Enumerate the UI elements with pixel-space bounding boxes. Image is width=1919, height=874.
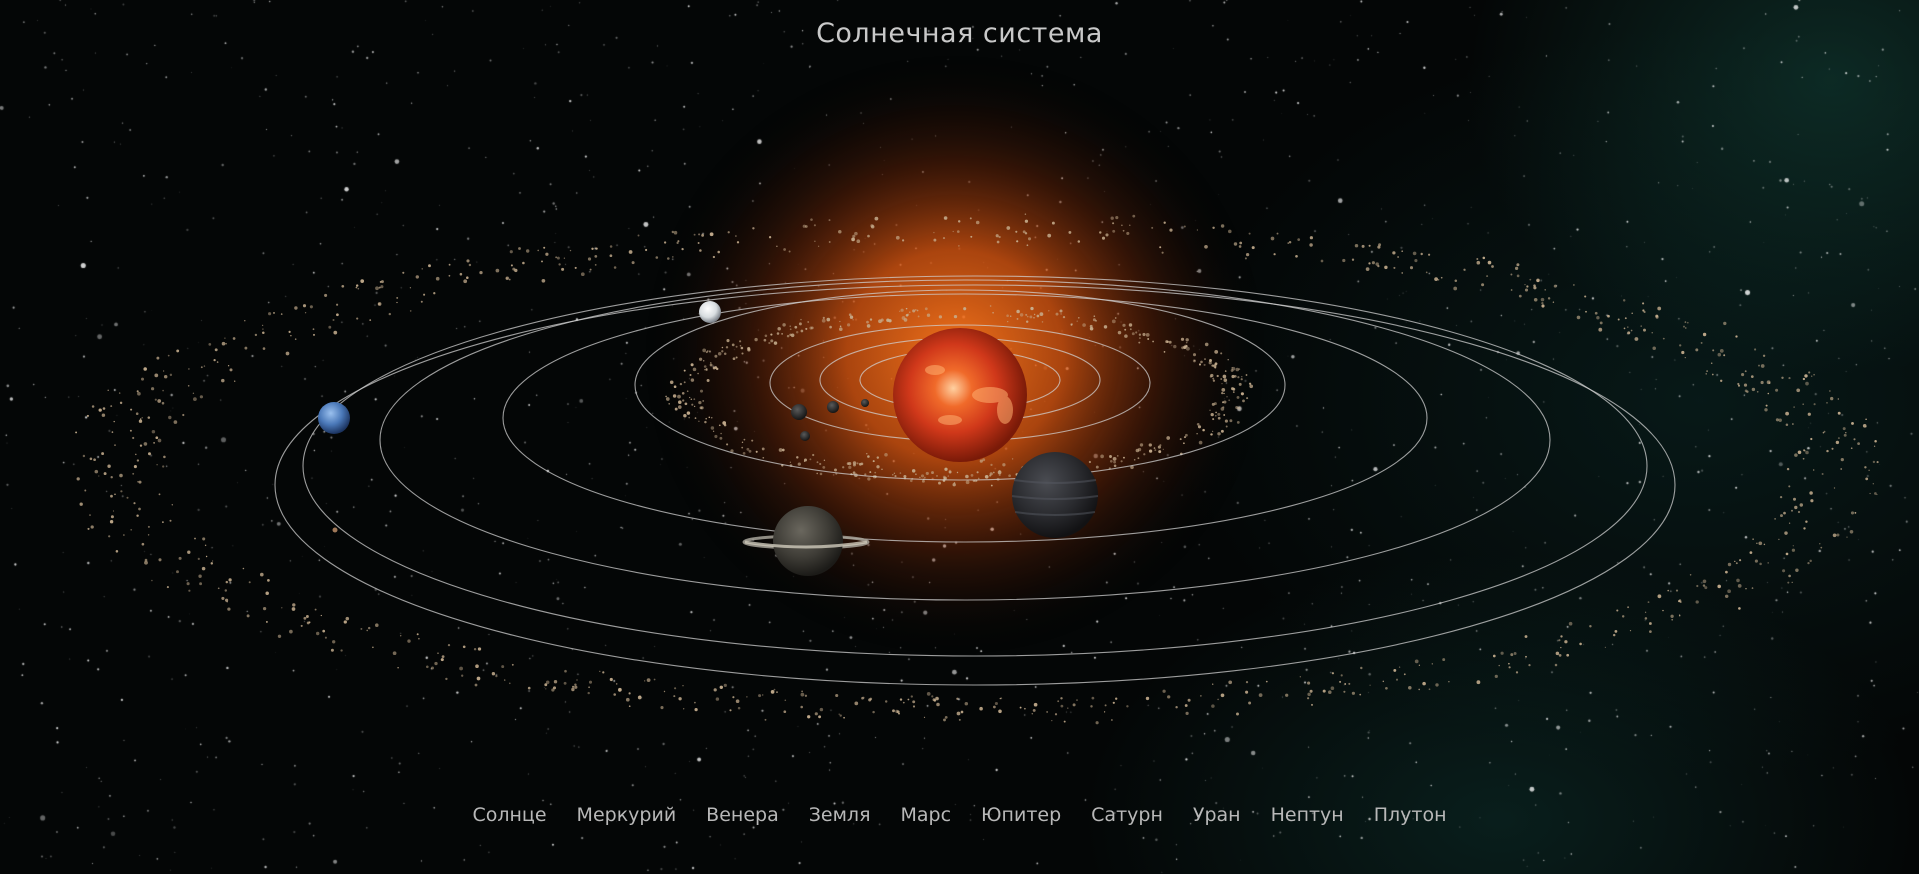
neptune-icon[interactable]: [318, 402, 350, 434]
nav-item-sun[interactable]: Солнце: [457, 804, 561, 826]
planet-nav: Солнце Меркурий Венера Земля Марс Юпитер…: [0, 804, 1919, 826]
nav-item-venus[interactable]: Венера: [691, 804, 794, 826]
uranus-icon[interactable]: [699, 301, 721, 323]
nav-item-jupiter[interactable]: Юпитер: [966, 804, 1076, 826]
nav-item-mercury[interactable]: Меркурий: [562, 804, 692, 826]
sun-icon[interactable]: [893, 328, 1027, 462]
pluto-icon[interactable]: [332, 527, 338, 533]
jupiter-icon[interactable]: [1011, 452, 1099, 538]
earth-icon[interactable]: [791, 404, 807, 420]
nav-item-earth[interactable]: Земля: [794, 804, 886, 826]
nav-item-mars[interactable]: Марс: [886, 804, 967, 826]
venus-icon[interactable]: [827, 401, 839, 413]
solar-system-scene[interactable]: Солнечная система Солнце Меркурий Венера…: [0, 0, 1919, 874]
orbit-view: [75, 55, 1879, 725]
page-title: Солнечная система: [816, 18, 1103, 49]
mars-icon[interactable]: [800, 431, 810, 441]
mercury-icon[interactable]: [861, 399, 869, 407]
nav-item-uranus[interactable]: Уран: [1178, 804, 1256, 826]
nav-item-neptune[interactable]: Нептун: [1256, 804, 1359, 826]
nav-item-saturn[interactable]: Сатурн: [1076, 804, 1178, 826]
nav-item-pluto[interactable]: Плутон: [1359, 804, 1462, 826]
